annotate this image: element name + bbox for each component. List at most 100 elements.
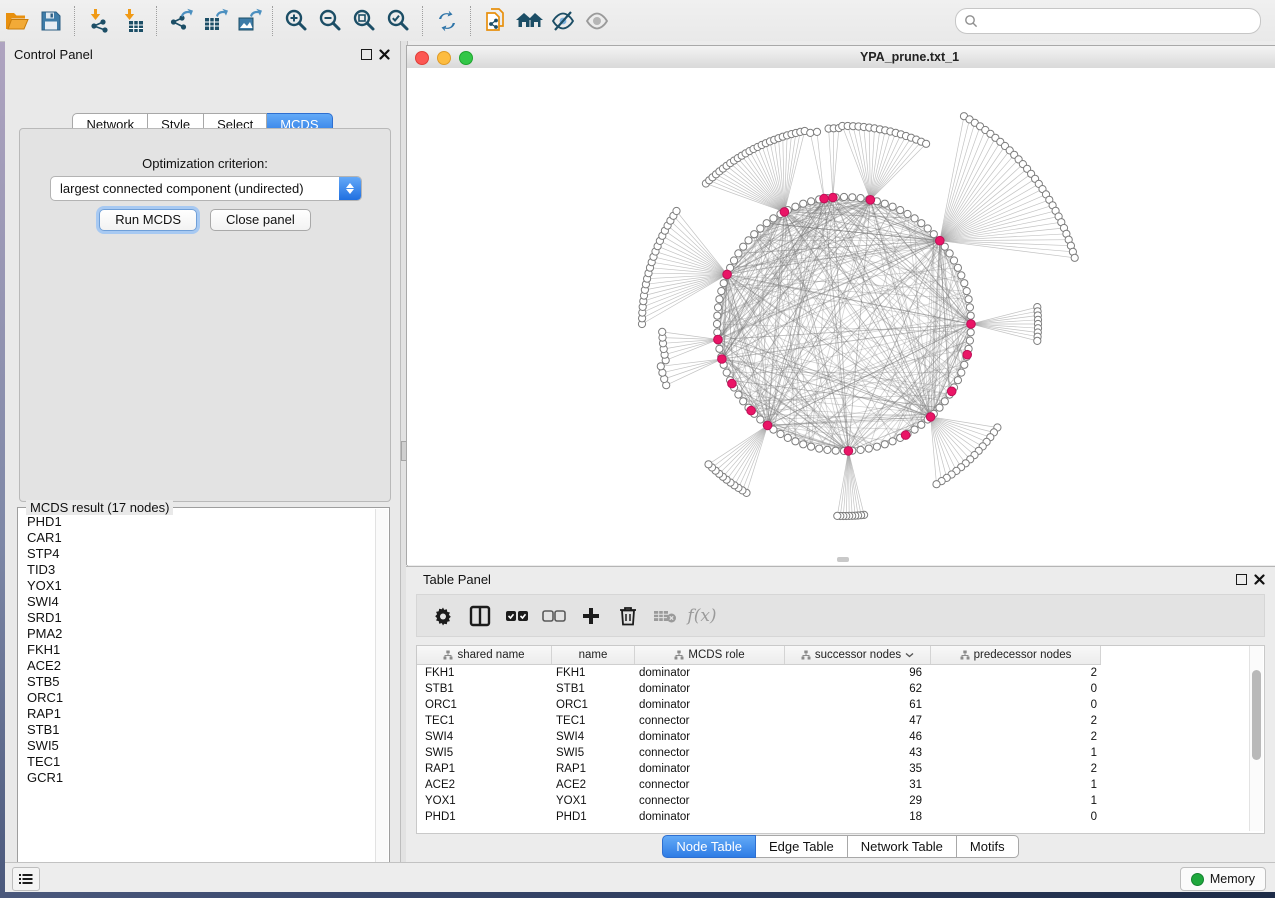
column-header-name[interactable]: name xyxy=(552,646,635,664)
network-graph[interactable] xyxy=(407,68,1275,565)
mcds-result-item[interactable]: ACE2 xyxy=(19,658,375,674)
memory-label: Memory xyxy=(1210,872,1255,886)
mcds-result-item[interactable]: SRD1 xyxy=(19,610,375,626)
task-list-icon xyxy=(19,873,33,885)
refresh-layout-icon[interactable] xyxy=(430,4,464,38)
table-cell: 1 xyxy=(931,777,1097,793)
optimization-criterion-select[interactable]: largest connected component (undirected) xyxy=(50,176,362,201)
table-row[interactable]: RAP1RAP1dominator352 xyxy=(417,761,1250,777)
mcds-result-item[interactable]: STP4 xyxy=(19,546,375,562)
mcds-result-item[interactable]: STB1 xyxy=(19,722,375,738)
table-row[interactable]: ACE2ACE2connector311 xyxy=(417,777,1250,793)
float-panel-icon[interactable] xyxy=(361,49,372,60)
tab-edge-table[interactable]: Edge Table xyxy=(756,835,848,858)
table-vscrollbar[interactable] xyxy=(1249,646,1263,831)
table-vscroll-thumb[interactable] xyxy=(1252,670,1261,760)
mcds-result-item[interactable]: FKH1 xyxy=(19,642,375,658)
table-cell: dominator xyxy=(639,697,779,713)
mcds-result-item[interactable]: GCR1 xyxy=(19,770,375,786)
tab-motifs[interactable]: Motifs xyxy=(957,835,1019,858)
column-header-successor-nodes[interactable]: successor nodes xyxy=(785,646,931,664)
zoom-out-icon[interactable] xyxy=(314,4,348,38)
show-hidden-icon[interactable] xyxy=(580,4,614,38)
mcds-result-item[interactable]: CAR1 xyxy=(19,530,375,546)
status-bar: Memory xyxy=(5,862,1275,892)
add-column-icon[interactable] xyxy=(577,602,605,630)
table-row[interactable]: YOX1YOX1connector291 xyxy=(417,793,1250,809)
column-header-predecessor-nodes[interactable]: predecessor nodes xyxy=(931,646,1101,664)
memory-button[interactable]: Memory xyxy=(1180,867,1266,891)
table-cell: connector xyxy=(639,777,779,793)
mcds-result-item[interactable]: PMA2 xyxy=(19,626,375,642)
mcds-result-item[interactable]: PHD1 xyxy=(19,514,375,530)
table-cell: 31 xyxy=(785,777,922,793)
mcds-result-item[interactable]: YOX1 xyxy=(19,578,375,594)
table-row[interactable]: SWI4SWI4dominator462 xyxy=(417,729,1250,745)
close-panel-icon[interactable] xyxy=(379,49,390,60)
column-header-MCDS-role[interactable]: MCDS role xyxy=(635,646,785,664)
canvas-hscroll-thumb[interactable] xyxy=(837,557,849,562)
clear-selection-icon[interactable] xyxy=(540,602,568,630)
column-header-shared-name[interactable]: shared name xyxy=(417,646,552,664)
tab-node-table[interactable]: Node Table xyxy=(662,835,756,858)
table-cell: 43 xyxy=(785,745,922,761)
delete-column-icon[interactable] xyxy=(614,602,642,630)
mcds-node xyxy=(844,447,853,456)
tab-network-table[interactable]: Network Table xyxy=(848,835,957,858)
close-panel-icon[interactable] xyxy=(1254,574,1265,585)
table-cell: dominator xyxy=(639,665,779,681)
result-list-scrollbar[interactable] xyxy=(375,509,388,878)
control-panel-titlebar: Control Panel xyxy=(5,41,400,67)
hide-selected-icon[interactable] xyxy=(546,4,580,38)
table-row[interactable]: STB1STB1dominator620 xyxy=(417,681,1250,697)
export-network-icon[interactable] xyxy=(164,4,198,38)
table-cell: dominator xyxy=(639,729,779,745)
window-controls xyxy=(415,51,473,65)
mcds-result-item[interactable]: STB5 xyxy=(19,674,375,690)
search-box[interactable] xyxy=(955,8,1261,34)
mcds-result-item[interactable]: RAP1 xyxy=(19,706,375,722)
save-session-icon[interactable] xyxy=(34,4,68,38)
table-row[interactable]: SWI5SWI5connector431 xyxy=(417,745,1250,761)
zoom-fit-icon[interactable] xyxy=(348,4,382,38)
open-session-icon[interactable] xyxy=(0,4,34,38)
mcds-result-item[interactable]: SWI4 xyxy=(19,594,375,610)
export-table-icon[interactable] xyxy=(198,4,232,38)
table-row[interactable]: ORC1ORC1dominator610 xyxy=(417,697,1250,713)
table-cell: SWI4 xyxy=(425,729,545,745)
table-cell: 2 xyxy=(931,713,1097,729)
zoom-selected-icon[interactable] xyxy=(382,4,416,38)
network-canvas[interactable] xyxy=(407,68,1275,565)
zoom-in-icon[interactable] xyxy=(280,4,314,38)
import-network-icon[interactable] xyxy=(82,4,116,38)
import-table-icon[interactable] xyxy=(116,4,150,38)
search-input[interactable] xyxy=(984,13,1252,29)
close-panel-button[interactable]: Close panel xyxy=(210,209,311,231)
mcds-result-item[interactable]: TID3 xyxy=(19,562,375,578)
close-window-icon[interactable] xyxy=(415,51,429,65)
maximize-window-icon[interactable] xyxy=(459,51,473,65)
show-all-networks-icon[interactable] xyxy=(512,4,546,38)
minimize-window-icon[interactable] xyxy=(437,51,451,65)
table-row[interactable]: FKH1FKH1dominator962 xyxy=(417,665,1250,681)
export-image-icon[interactable] xyxy=(232,4,266,38)
mcds-result-item[interactable]: SWI5 xyxy=(19,738,375,754)
table-cell: YOX1 xyxy=(425,793,545,809)
mcds-result-item[interactable]: ORC1 xyxy=(19,690,375,706)
settings-gear-icon[interactable] xyxy=(429,602,457,630)
select-all-icon[interactable] xyxy=(503,602,531,630)
table-row[interactable]: TEC1TEC1connector472 xyxy=(417,713,1250,729)
table-cell: 2 xyxy=(931,761,1097,777)
show-column-icon[interactable] xyxy=(466,602,494,630)
network-window-titlebar[interactable]: YPA_prune.txt_1 xyxy=(407,46,1275,69)
mcds-result-list[interactable]: PHD1CAR1STP4TID3YOX1SWI4SRD1PMA2FKH1ACE2… xyxy=(19,514,375,872)
table-panel-tabs: Node TableEdge TableNetwork TableMotifs xyxy=(406,835,1275,858)
toolbar-separator xyxy=(156,6,158,36)
mcds-result-item[interactable]: TEC1 xyxy=(19,754,375,770)
node-table[interactable]: shared namenameMCDS rolesuccessor nodesp… xyxy=(416,645,1265,834)
run-mcds-button[interactable]: Run MCDS xyxy=(99,209,197,231)
table-row[interactable]: PHD1PHD1dominator180 xyxy=(417,809,1250,825)
float-panel-icon[interactable] xyxy=(1236,574,1247,585)
clone-network-icon[interactable] xyxy=(478,4,512,38)
task-history-button[interactable] xyxy=(12,867,40,891)
